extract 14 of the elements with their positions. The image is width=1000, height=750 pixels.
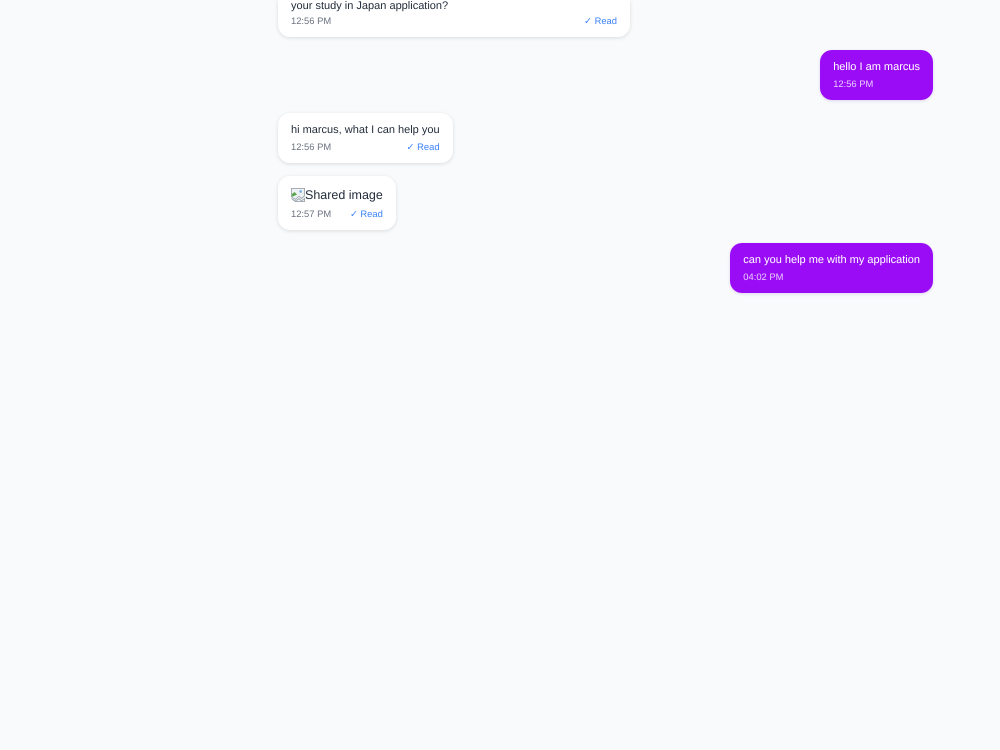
read-receipt: ✓ Read bbox=[350, 207, 383, 220]
read-receipt: ✓ Read bbox=[584, 14, 617, 27]
message-text: can you help me with my application bbox=[743, 253, 920, 268]
message-time: 04:02 PM bbox=[743, 270, 784, 283]
message-text: your study in Japan application? bbox=[291, 0, 450, 12]
broken-image-icon bbox=[291, 188, 305, 202]
message-time: 12:56 PM bbox=[291, 14, 332, 27]
message-time: 12:57 PM bbox=[291, 207, 332, 220]
message-time: 12:56 PM bbox=[291, 140, 332, 153]
message-text: hi marcus, what I can help you bbox=[291, 123, 440, 138]
read-receipt: ✓ Read bbox=[406, 140, 440, 153]
message-time: 12:56 PM bbox=[833, 77, 874, 90]
image-alt-text: Shared image bbox=[305, 187, 383, 203]
message-text: hello I am marcus bbox=[833, 60, 920, 75]
